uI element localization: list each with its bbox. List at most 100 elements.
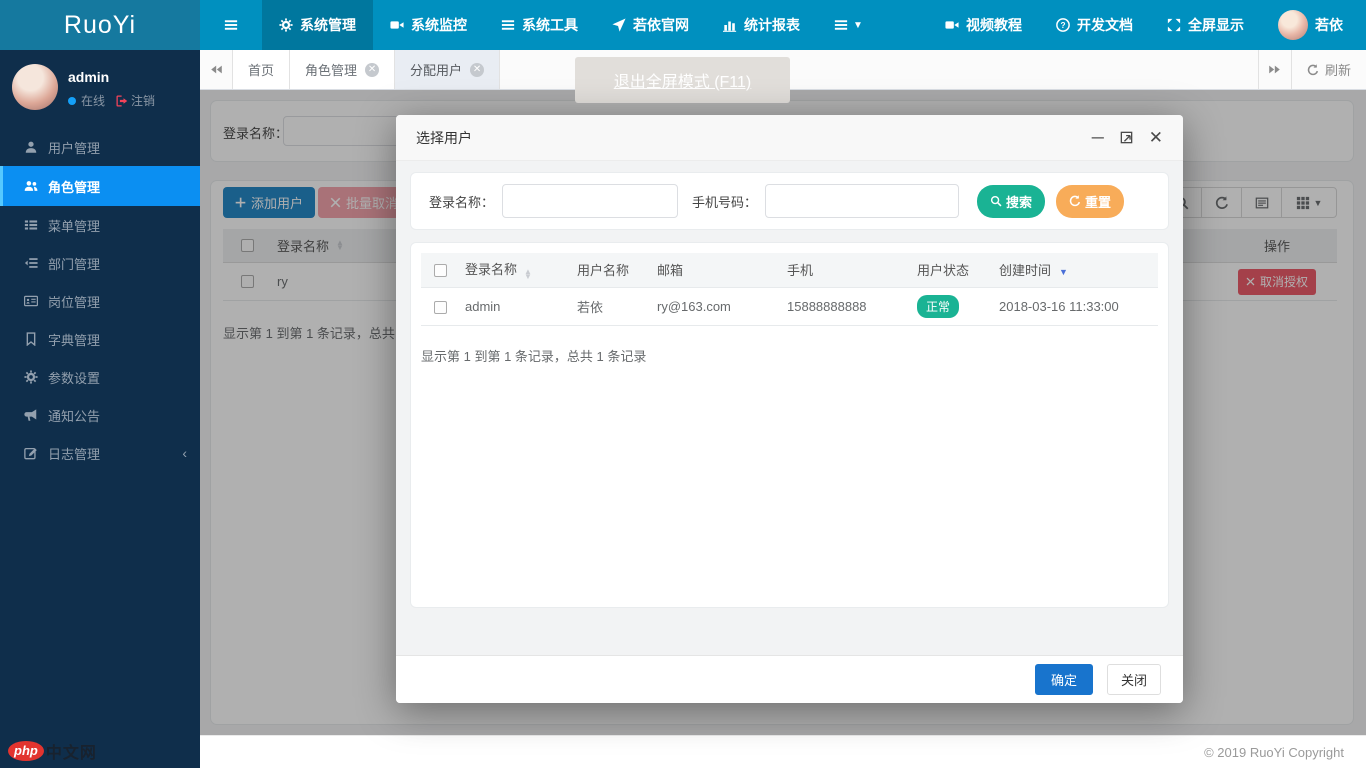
sidebar-item-param-settings[interactable]: 参数设置 — [0, 358, 200, 396]
dialog-header[interactable]: 选择用户 ─ ✕ — [396, 115, 1183, 161]
confirm-button[interactable]: 确定 — [1035, 664, 1093, 695]
double-arrow-left-icon — [210, 63, 223, 76]
sidebar-item-menu-manage[interactable]: 菜单管理 — [0, 206, 200, 244]
column-user-name: 用户名称 — [571, 253, 651, 287]
sidebar-item-label: 角色管理 — [48, 177, 100, 196]
search-button[interactable]: 搜索 — [977, 185, 1045, 218]
nav-menu-label: 系统监控 — [411, 15, 467, 35]
video-icon — [390, 18, 404, 32]
nav-video-tutorial[interactable]: 视频教程 — [928, 0, 1039, 50]
cell-login-name: admin — [459, 287, 571, 325]
tabs-scroll-left-button[interactable] — [200, 50, 233, 89]
nav-menu-label: 系统管理 — [300, 15, 356, 35]
nav-menu-official-site[interactable]: 若依官网 — [595, 0, 706, 50]
nav-menu-label: 统计报表 — [744, 15, 800, 35]
reset-button[interactable]: 重置 — [1056, 185, 1124, 218]
nav-user-name: 若依 — [1315, 15, 1343, 35]
table-row[interactable]: admin 若依 ry@163.com 15888888888 正常 2018-… — [421, 287, 1158, 325]
user-icon — [24, 140, 38, 154]
app-logo: RuoYi — [0, 0, 200, 50]
sidebar-toggle-button[interactable] — [200, 0, 262, 50]
bullhorn-icon — [24, 408, 38, 422]
dialog-title: 选择用户 — [416, 128, 472, 148]
outdent-icon — [24, 256, 38, 270]
avatar — [1278, 10, 1308, 40]
maximize-icon — [1119, 130, 1134, 145]
close-icon[interactable]: ✕ — [470, 63, 484, 77]
online-dot-icon — [68, 97, 76, 105]
nav-dev-docs[interactable]: 开发文档 — [1039, 0, 1150, 50]
phone-input[interactable] — [765, 184, 959, 218]
sidebar-item-post-manage[interactable]: 岗位管理 — [0, 282, 200, 320]
dialog-controls: ─ ✕ — [1092, 129, 1163, 146]
tabs-scroll-right-button[interactable] — [1258, 50, 1291, 89]
tab-assign-user[interactable]: 分配用户 ✕ — [395, 50, 500, 89]
phone-label: 手机号码： — [692, 192, 757, 211]
logout-link[interactable]: 注销 — [116, 92, 155, 109]
users-icon — [24, 179, 38, 193]
dialog-footer: 确定 关闭 — [396, 655, 1183, 703]
sidebar-item-label: 参数设置 — [48, 368, 100, 387]
sidebar-item-role-manage[interactable]: 角色管理 — [0, 166, 200, 206]
sidebar-item-label: 菜单管理 — [48, 216, 100, 235]
sort-desc-icon: ▼ — [1059, 267, 1068, 277]
chevron-left-icon: ‹ — [182, 445, 187, 461]
bar-chart-icon — [723, 18, 737, 32]
location-arrow-icon — [612, 18, 626, 32]
tab-label: 分配用户 — [410, 60, 462, 79]
php-logo: php — [8, 741, 44, 761]
navbar-right-group: 视频教程 开发文档 全屏显示 若依 — [928, 0, 1360, 50]
select-all-checkbox[interactable] — [434, 264, 447, 277]
nav-menu-reports[interactable]: 统计报表 — [706, 0, 817, 50]
column-phone: 手机 — [781, 253, 911, 287]
logout-label: 注销 — [131, 92, 155, 109]
nav-menu-system-manage[interactable]: 系统管理 — [262, 0, 373, 50]
nav-user-menu[interactable]: 若依 — [1261, 0, 1360, 50]
tab-label: 角色管理 — [305, 60, 357, 79]
nav-menu-system-tools[interactable]: 系统工具 — [484, 0, 595, 50]
avatar[interactable] — [12, 64, 58, 110]
login-name-input[interactable] — [502, 184, 678, 218]
tab-role-manage[interactable]: 角色管理 ✕ — [290, 50, 395, 89]
sidebar-item-log-manage[interactable]: 日志管理 ‹ — [0, 434, 200, 472]
row-checkbox[interactable] — [434, 301, 447, 314]
page-footer: © 2019 RuoYi Copyright — [200, 735, 1366, 768]
select-user-dialog: 选择用户 ─ ✕ 登录名称： 手机号码： 搜索 — [396, 115, 1183, 703]
close-icon[interactable]: ✕ — [365, 63, 379, 77]
tab-refresh-button[interactable]: 刷新 — [1291, 50, 1366, 89]
nav-item-label: 视频教程 — [966, 15, 1022, 35]
nav-item-label: 全屏显示 — [1188, 15, 1244, 35]
refresh-icon — [1307, 64, 1319, 76]
close-dialog-button[interactable]: 关闭 — [1107, 664, 1161, 695]
sidebar-item-notice[interactable]: 通知公告 — [0, 396, 200, 434]
maximize-button[interactable] — [1119, 130, 1134, 145]
dialog-body: 登录名称： 手机号码： 搜索 重置 — [396, 162, 1183, 655]
user-table-header: 登录名称▲▼ 用户名称 邮箱 手机 用户状态 创建时间▼ — [421, 253, 1158, 287]
minimize-button[interactable]: ─ — [1092, 129, 1104, 146]
question-circle-icon — [1056, 18, 1070, 32]
php-cn-watermark: php 中文网 — [8, 739, 97, 763]
reset-label: 重置 — [1085, 192, 1111, 211]
user-name: admin — [68, 69, 155, 85]
gear-icon — [279, 18, 293, 32]
status-badge: 正常 — [917, 295, 959, 318]
column-login-name[interactable]: 登录名称▲▼ — [459, 253, 571, 287]
nav-menu-more-dropdown[interactable]: ▼ — [817, 0, 880, 50]
column-status: 用户状态 — [911, 253, 993, 287]
sidebar-item-user-manage[interactable]: 用户管理 — [0, 128, 200, 166]
sidebar-item-dict-manage[interactable]: 字典管理 — [0, 320, 200, 358]
watermark-text: 中文网 — [46, 739, 97, 763]
nav-fullscreen-toggle[interactable]: 全屏显示 — [1150, 0, 1261, 50]
cell-created: 2018-03-16 11:33:00 — [993, 287, 1158, 325]
column-created[interactable]: 创建时间▼ — [993, 253, 1158, 287]
hamburger-icon — [834, 18, 848, 32]
edit-icon — [24, 446, 38, 460]
sidebar-item-label: 用户管理 — [48, 138, 100, 157]
sidebar-item-label: 日志管理 — [48, 444, 100, 463]
nav-item-label: 开发文档 — [1077, 15, 1133, 35]
dialog-table-panel: 登录名称▲▼ 用户名称 邮箱 手机 用户状态 创建时间▼ admin 若依 — [410, 242, 1169, 608]
tab-home[interactable]: 首页 — [233, 50, 290, 89]
close-button[interactable]: ✕ — [1149, 129, 1163, 146]
sidebar-item-dept-manage[interactable]: 部门管理 — [0, 244, 200, 282]
nav-menu-system-monitor[interactable]: 系统监控 — [373, 0, 484, 50]
